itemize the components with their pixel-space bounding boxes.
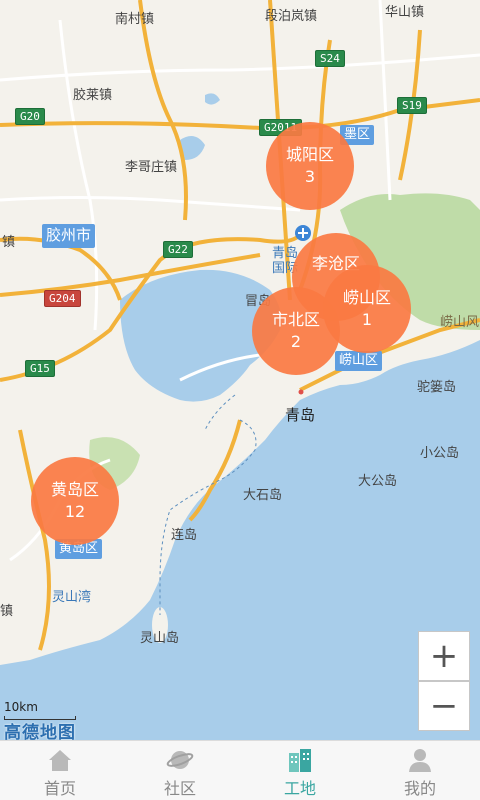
tab-mine[interactable]: 我的 xyxy=(360,741,480,800)
person-icon xyxy=(406,747,434,773)
map-provider-logo: 高德地图 xyxy=(4,723,76,740)
place-label: 灵山湾 xyxy=(52,590,92,605)
place-label: 灵山岛 xyxy=(140,631,180,646)
place-label: 小公岛 xyxy=(420,446,460,461)
place-label: 南村镇 xyxy=(115,12,155,27)
place-label: 崂山风 xyxy=(440,315,480,330)
tab-label: 社区 xyxy=(163,779,196,798)
place-label: 大公岛 xyxy=(358,474,398,489)
cluster-name: 城阳区 xyxy=(285,145,334,164)
scale-label: 10km xyxy=(4,700,38,714)
cluster-marker-huangdao[interactable]: 黄岛区 12 xyxy=(31,457,119,545)
place-label: 镇 xyxy=(0,604,14,619)
place-label: 青岛 xyxy=(285,406,316,424)
cluster-marker-laoshan[interactable]: 崂山区 1 xyxy=(323,265,411,353)
district-tag: 崂山区 xyxy=(335,351,383,371)
road-shield: G22 xyxy=(163,241,193,258)
tab-bar: 首页 社区 工地 我的 xyxy=(0,740,480,800)
place-label: 连岛 xyxy=(171,528,198,543)
cluster-name: 市北区 xyxy=(271,310,320,329)
cluster-marker-chengyang[interactable]: 城阳区 3 xyxy=(266,122,354,210)
buildings-icon xyxy=(286,747,314,773)
home-icon xyxy=(46,747,74,773)
road-shield: G15 xyxy=(25,360,55,377)
road-shield: S19 xyxy=(397,97,427,114)
tab-home[interactable]: 首页 xyxy=(0,741,120,800)
place-label: 段泊岚镇 xyxy=(265,9,318,24)
map-view[interactable]: 南村镇 段泊岚镇 华山镇 胶莱镇 李哥庄镇 镇 青岛 国际 冒岛 崂山风 青岛 … xyxy=(0,0,480,740)
cluster-name: 黄岛区 xyxy=(50,480,99,499)
planet-icon xyxy=(166,747,194,773)
road-shield: G204 xyxy=(44,290,81,307)
zoom-in-button[interactable]: + xyxy=(418,631,470,681)
tab-label: 我的 xyxy=(403,779,436,798)
place-label: 镇 xyxy=(2,235,16,250)
place-label: 李哥庄镇 xyxy=(125,160,178,175)
cluster-count: 3 xyxy=(304,167,316,186)
tab-label: 首页 xyxy=(43,779,76,798)
place-label: 胶莱镇 xyxy=(73,88,113,103)
road-shield: S24 xyxy=(315,50,345,67)
cluster-count: 12 xyxy=(64,502,86,521)
cluster-name: 崂山区 xyxy=(342,288,391,307)
scale-bar: 10km xyxy=(4,700,76,720)
place-label: 驼篓岛 xyxy=(417,380,457,395)
tab-label: 工地 xyxy=(283,779,316,798)
place-label: 大石岛 xyxy=(243,488,283,503)
place-label: 华山镇 xyxy=(385,5,425,20)
tab-worksite[interactable]: 工地 xyxy=(240,741,360,800)
district-tag: 胶州市 xyxy=(42,224,96,248)
cluster-count: 2 xyxy=(290,332,302,351)
road-shield: G20 xyxy=(15,108,45,125)
tab-community[interactable]: 社区 xyxy=(120,741,240,800)
cluster-count: 1 xyxy=(361,310,373,329)
zoom-out-button[interactable]: − xyxy=(418,681,470,731)
